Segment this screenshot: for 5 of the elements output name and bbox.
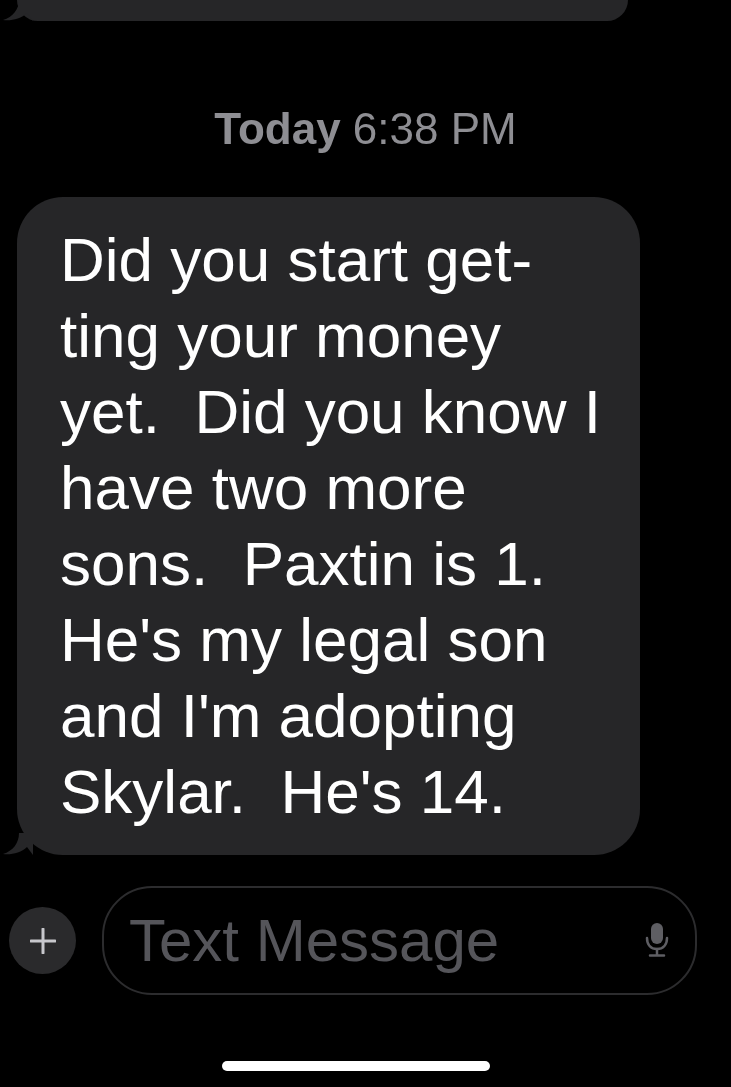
plus-icon [29,927,56,954]
timestamp: Today 6:38 PM [214,103,517,155]
message-text: Did you start get- ting your money yet. Did you know I have two more sons. Paxtin is 1. He's my legal son and I'm adopting Skylar. He's 14. [60,224,603,828]
text-message-field[interactable]: Text Message [102,886,697,995]
microphone-icon[interactable] [645,923,669,957]
